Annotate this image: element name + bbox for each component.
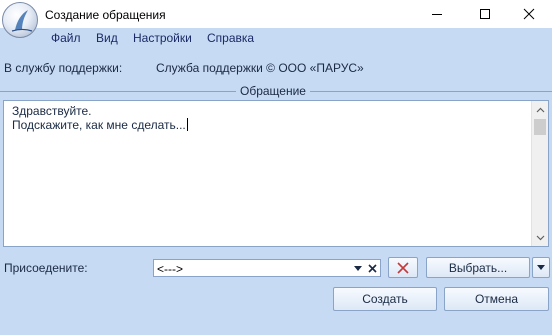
message-text: Здравствуйте. Подскажите, как мне сделат… <box>12 104 528 132</box>
chevron-down-icon <box>536 235 544 240</box>
menu-bar: Файл Вид Настройки Справка <box>0 28 552 48</box>
scroll-down-button[interactable] <box>532 229 548 246</box>
menu-view[interactable]: Вид <box>96 31 118 45</box>
menu-help[interactable]: Справка <box>207 31 254 45</box>
support-label: В службу поддержки: <box>4 61 123 75</box>
create-button-label: Создать <box>362 292 408 306</box>
close-icon <box>523 8 535 20</box>
attach-combo-value: <---> <box>157 262 184 276</box>
menu-file[interactable]: Файл <box>51 31 81 45</box>
menu-settings[interactable]: Настройки <box>133 31 192 45</box>
choose-button-label: Выбрать... <box>448 260 508 275</box>
message-scrollbar[interactable] <box>531 101 548 246</box>
choose-button[interactable]: Выбрать... <box>426 257 530 278</box>
app-logo-icon <box>2 2 38 38</box>
attach-combo[interactable]: <---> <box>153 259 381 277</box>
text-caret <box>186 118 188 131</box>
create-button[interactable]: Создать <box>333 287 437 311</box>
delete-attachment-button[interactable] <box>388 257 418 278</box>
attach-label: Присоедените: <box>4 261 88 275</box>
message-textarea[interactable]: Здравствуйте. Подскажите, как мне сделат… <box>3 100 549 247</box>
combo-dropdown-button[interactable] <box>352 262 364 274</box>
triangle-down-icon <box>537 265 545 270</box>
combo-clear-button[interactable] <box>366 262 378 274</box>
message-line-1: Здравствуйте. <box>12 104 92 118</box>
choose-dropdown-button[interactable] <box>532 257 550 278</box>
clear-icon <box>367 263 377 273</box>
message-line-2: Подскажите, как мне сделать... <box>12 118 186 132</box>
minimize-button[interactable] <box>414 0 460 28</box>
close-button[interactable] <box>506 0 552 28</box>
minimize-icon <box>432 14 442 15</box>
window-title: Создание обращения <box>45 8 166 22</box>
title-bar: Создание обращения <box>0 0 552 28</box>
delete-icon <box>397 261 409 274</box>
maximize-button[interactable] <box>462 0 508 28</box>
triangle-down-icon <box>354 265 362 271</box>
maximize-icon <box>480 9 490 19</box>
cancel-button[interactable]: Отмена <box>444 287 549 311</box>
cancel-button-label: Отмена <box>474 292 519 306</box>
chevron-up-icon <box>536 107 544 112</box>
scroll-thumb[interactable] <box>534 119 546 135</box>
scroll-up-button[interactable] <box>532 101 548 118</box>
message-group-legend: Обращение <box>236 84 310 98</box>
support-value: Служба поддержки © ООО «ПАРУС» <box>156 61 364 75</box>
